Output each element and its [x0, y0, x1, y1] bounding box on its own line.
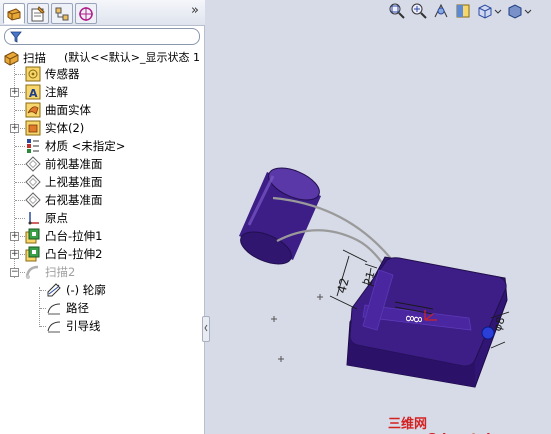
material-icon: [27, 139, 39, 153]
feature-manager-icon: [7, 8, 21, 21]
tree-item-label: 扫描2: [45, 265, 76, 279]
heads-up-view-toolbar: [384, 2, 548, 22]
tab-feature-manager[interactable]: [3, 3, 25, 24]
dimension-8-b[interactable]: 8: [411, 316, 424, 323]
svg-text:A: A: [29, 87, 38, 100]
tree-item-label: 引导线: [66, 319, 101, 333]
chevron-down-icon[interactable]: [524, 2, 542, 20]
origin-icon: [28, 212, 39, 225]
section-view-icon[interactable]: [454, 2, 472, 20]
sketch-icon: [47, 321, 61, 333]
tree-item-label: 上视基准面: [45, 175, 103, 189]
dimension-42[interactable]: 42: [334, 276, 351, 294]
display-style-icon[interactable]: [506, 2, 524, 20]
plane-icon: [25, 174, 41, 190]
view-orientation-icon[interactable]: [476, 2, 494, 20]
solid-bodies-icon: [25, 120, 41, 136]
tree-root-label: 扫描: [23, 51, 46, 65]
tree-item-label: 传感器: [45, 67, 80, 81]
tree-item-label: 路径: [66, 301, 89, 315]
zoom-to-fit-icon[interactable]: [388, 2, 406, 20]
configuration-manager-icon: [55, 7, 69, 21]
tree-item-label: 曲面实体: [45, 103, 91, 117]
tree-item-label: 原点: [45, 211, 68, 225]
tree-item-label: 注解: [45, 85, 68, 99]
tree-item-label: 材质 <未指定>: [45, 139, 126, 153]
tab-property-manager[interactable]: [27, 3, 49, 24]
tree-guide-line: [39, 287, 40, 327]
filter-icon: [10, 31, 22, 43]
tab-configuration-manager[interactable]: [51, 3, 73, 24]
tree-item-label: 凸台-拉伸1: [45, 229, 103, 243]
expand-toggle[interactable]: +: [10, 124, 19, 133]
expand-toggle[interactable]: +: [10, 232, 19, 241]
tree-item-label: 右视基准面: [45, 193, 103, 207]
zoom-to-area-icon[interactable]: [410, 2, 428, 20]
tab-dimxpert-manager[interactable]: [75, 3, 97, 24]
boss-extrude-icon: [25, 228, 40, 244]
expand-toggle[interactable]: +: [10, 250, 19, 259]
boss-extrude-icon: [25, 246, 40, 262]
expand-toggle[interactable]: +: [10, 88, 19, 97]
tree-item-label: (-) 轮廓: [66, 283, 106, 297]
sensor-icon: [25, 66, 41, 82]
model-view: 42 21 8 8 φ8: [236, 161, 510, 388]
surface-bodies-icon: [25, 102, 41, 118]
sweep-icon: [25, 265, 39, 279]
collapse-tabs-button[interactable]: »: [191, 3, 199, 18]
previous-view-icon[interactable]: [432, 2, 450, 20]
sketch-icon: [47, 283, 61, 297]
plane-icon: [25, 192, 41, 208]
manager-tab-bar: »: [0, 0, 205, 26]
tree-filter-field[interactable]: [4, 28, 200, 45]
tree-root-configuration: (默认<<默认>_显示状态 1: [64, 51, 200, 64]
tree-item-label: 凸台-拉伸2: [45, 247, 103, 261]
site-watermark: 三维网www.3dportal.cn: [388, 417, 512, 434]
cylinder-body[interactable]: [236, 161, 324, 270]
graphics-area[interactable]: 42 21 8 8 φ8: [207, 0, 551, 434]
dimxpert-icon: [79, 7, 93, 21]
property-manager-icon: [31, 6, 45, 22]
collapse-toggle[interactable]: −: [10, 268, 19, 277]
tree-item-label: 实体(2): [45, 121, 85, 135]
feature-manager-panel: » 扫描 (默认<<默认>_显示状态 1 传感器 + A 注解 曲面实体 + 实…: [0, 0, 205, 434]
sketch-icon: [47, 303, 61, 315]
plane-icon: [25, 156, 41, 172]
annotation-icon: A: [25, 84, 41, 100]
tree-item-label: 前视基准面: [45, 157, 103, 171]
part-icon: [4, 51, 19, 66]
